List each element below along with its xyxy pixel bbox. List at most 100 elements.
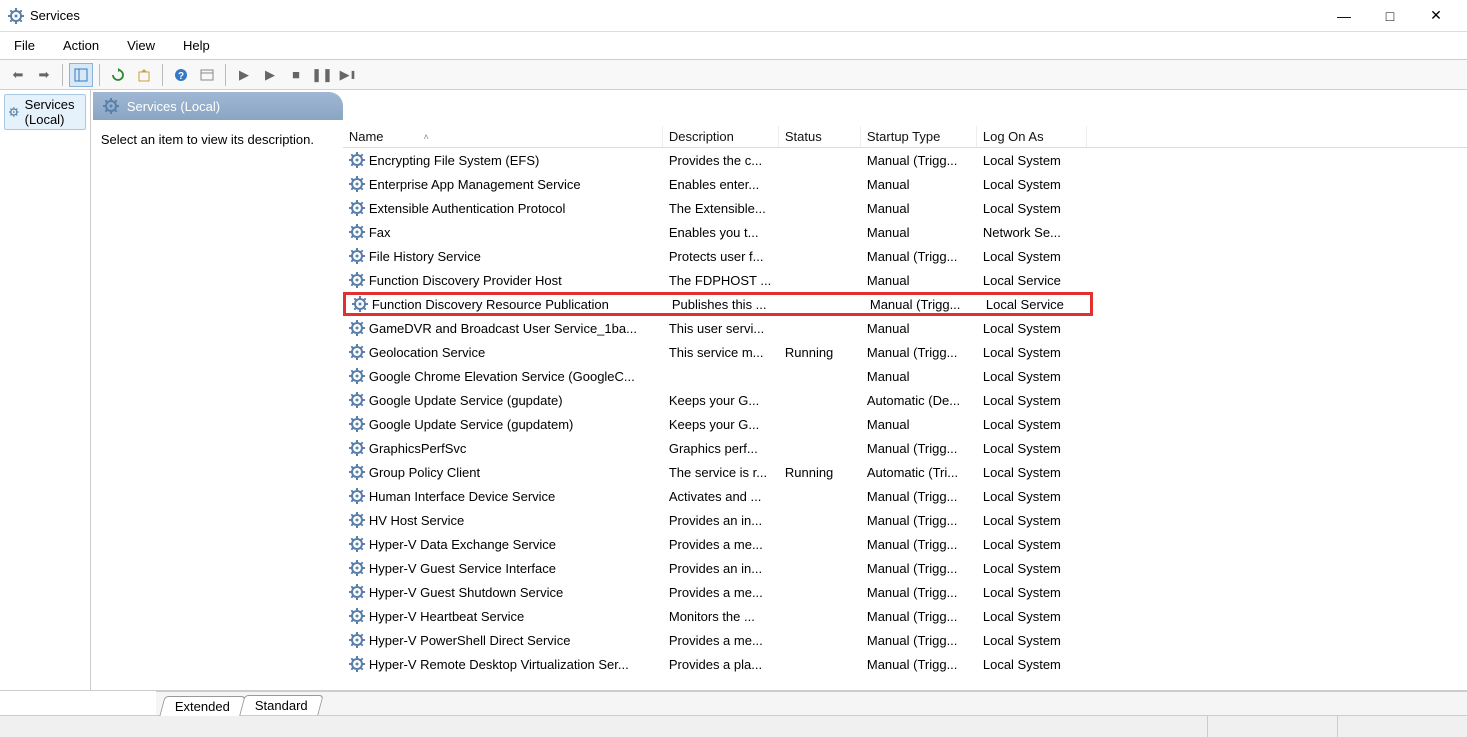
service-logon: Local System — [977, 655, 1087, 674]
gear-icon — [349, 512, 365, 528]
service-description — [663, 374, 779, 378]
service-row[interactable]: Function Discovery Provider HostThe FDPH… — [343, 268, 1467, 292]
service-row[interactable]: Encrypting File System (EFS)Provides the… — [343, 148, 1467, 172]
app-icon — [8, 8, 24, 24]
sort-caret-icon: ˄ — [424, 132, 429, 142]
tree-item-label: Services (Local) — [25, 97, 81, 127]
maximize-button[interactable]: □ — [1367, 1, 1413, 31]
detail-header-title: Services (Local) — [127, 99, 220, 114]
gear-icon — [349, 152, 365, 168]
tab-standard[interactable]: Standard — [239, 695, 323, 715]
service-row[interactable]: Group Policy ClientThe service is r...Ru… — [343, 460, 1467, 484]
column-description[interactable]: Description — [663, 126, 779, 147]
export-button[interactable] — [132, 63, 156, 87]
service-row[interactable]: Geolocation ServiceThis service m...Runn… — [343, 340, 1467, 364]
menu-action[interactable]: Action — [59, 36, 103, 55]
properties-button[interactable] — [195, 63, 219, 87]
service-row[interactable]: FaxEnables you t...ManualNetwork Se... — [343, 220, 1467, 244]
tab-extended[interactable]: Extended — [159, 696, 245, 716]
service-logon: Local System — [977, 463, 1087, 482]
service-name-cell: Hyper-V Heartbeat Service — [343, 606, 663, 626]
service-description: Monitors the ... — [663, 607, 779, 626]
service-status — [779, 446, 861, 450]
start-service-button-2[interactable]: ▶ — [258, 63, 282, 87]
service-name: Geolocation Service — [369, 345, 485, 360]
service-description: Provides the c... — [663, 151, 779, 170]
forward-button[interactable]: ➡ — [32, 63, 56, 87]
service-name-cell: Function Discovery Provider Host — [343, 270, 663, 290]
service-startup: Manual (Trigg... — [861, 511, 977, 530]
service-description: Provides a pla... — [663, 655, 779, 674]
service-name-cell: GameDVR and Broadcast User Service_1ba..… — [343, 318, 663, 338]
service-row[interactable]: Google Update Service (gupdate)Keeps you… — [343, 388, 1467, 412]
service-row[interactable]: Google Chrome Elevation Service (GoogleC… — [343, 364, 1467, 388]
pause-service-button[interactable]: ❚❚ — [310, 63, 334, 87]
service-startup: Manual — [861, 319, 977, 338]
service-name: HV Host Service — [369, 513, 464, 528]
service-status — [779, 518, 861, 522]
tree-item-services-local[interactable]: Services (Local) — [4, 94, 86, 130]
service-status — [779, 326, 861, 330]
service-name-cell: HV Host Service — [343, 510, 663, 530]
column-startup-type[interactable]: Startup Type — [861, 126, 977, 147]
service-logon: Local System — [977, 511, 1087, 530]
service-status — [779, 374, 861, 378]
service-row[interactable]: Hyper-V Guest Shutdown ServiceProvides a… — [343, 580, 1467, 604]
service-status — [779, 662, 861, 666]
status-bar — [0, 715, 1467, 737]
service-status — [779, 566, 861, 570]
minimize-button[interactable]: — — [1321, 1, 1367, 31]
service-startup: Manual — [861, 367, 977, 386]
service-description: Provides an in... — [663, 559, 779, 578]
service-row[interactable]: Function Discovery Resource PublicationP… — [343, 292, 1093, 316]
service-name-cell: Hyper-V PowerShell Direct Service — [343, 630, 663, 650]
service-startup: Manual (Trigg... — [861, 583, 977, 602]
service-row[interactable]: Human Interface Device Service Activates … — [343, 484, 1467, 508]
service-name-cell: Google Update Service (gupdate) — [343, 390, 663, 410]
gear-icon — [349, 464, 365, 480]
start-service-button[interactable]: ▶ — [232, 63, 256, 87]
service-row[interactable]: GameDVR and Broadcast User Service_1ba..… — [343, 316, 1467, 340]
service-name-cell: Group Policy Client — [343, 462, 663, 482]
service-startup: Automatic (De... — [861, 391, 977, 410]
service-row[interactable]: Hyper-V Guest Service InterfaceProvides … — [343, 556, 1467, 580]
service-name: Google Chrome Elevation Service (GoogleC… — [369, 369, 635, 384]
stop-service-button[interactable]: ■ — [284, 63, 308, 87]
service-row[interactable]: HV Host ServiceProvides an in...Manual (… — [343, 508, 1467, 532]
service-status: Running — [779, 343, 861, 362]
service-startup: Manual (Trigg... — [864, 295, 980, 314]
help-button[interactable]: ? — [169, 63, 193, 87]
service-row[interactable]: Enterprise App Management ServiceEnables… — [343, 172, 1467, 196]
service-row[interactable]: Extensible Authentication ProtocolThe Ex… — [343, 196, 1467, 220]
refresh-button[interactable] — [106, 63, 130, 87]
show-hide-tree-button[interactable] — [69, 63, 93, 87]
service-logon: Local System — [977, 607, 1087, 626]
service-logon: Local System — [977, 319, 1087, 338]
service-logon: Local System — [977, 487, 1087, 506]
service-description: Activates and ... — [663, 487, 779, 506]
gear-icon — [103, 98, 119, 114]
toolbar: ⬅ ➡ ? ▶ ▶ ■ ❚❚ ▶❚ — [0, 60, 1467, 90]
service-name-cell: Google Update Service (gupdatem) — [343, 414, 663, 434]
close-button[interactable]: ✕ — [1413, 1, 1459, 31]
service-row[interactable]: Google Update Service (gupdatem)Keeps yo… — [343, 412, 1467, 436]
menu-help[interactable]: Help — [179, 36, 214, 55]
column-log-on-as[interactable]: Log On As — [977, 126, 1087, 147]
service-row[interactable]: Hyper-V Heartbeat ServiceMonitors the ..… — [343, 604, 1467, 628]
restart-service-button[interactable]: ▶❚ — [336, 63, 360, 87]
menu-view[interactable]: View — [123, 36, 159, 55]
column-status[interactable]: Status — [779, 126, 861, 147]
gear-icon — [349, 560, 365, 576]
service-logon: Local Service — [977, 271, 1087, 290]
column-name[interactable]: Name˄ — [343, 126, 663, 147]
back-button[interactable]: ⬅ — [6, 63, 30, 87]
service-row[interactable]: Hyper-V PowerShell Direct ServiceProvide… — [343, 628, 1467, 652]
service-name: Human Interface Device Service — [369, 489, 555, 504]
menu-file[interactable]: File — [10, 36, 39, 55]
description-pane: Select an item to view its description. — [91, 126, 343, 690]
service-row[interactable]: GraphicsPerfSvcGraphics perf...Manual (T… — [343, 436, 1467, 460]
service-row[interactable]: Hyper-V Remote Desktop Virtualization Se… — [343, 652, 1467, 676]
service-status — [779, 494, 861, 498]
service-row[interactable]: Hyper-V Data Exchange ServiceProvides a … — [343, 532, 1467, 556]
service-row[interactable]: File History ServiceProtects user f...Ma… — [343, 244, 1467, 268]
